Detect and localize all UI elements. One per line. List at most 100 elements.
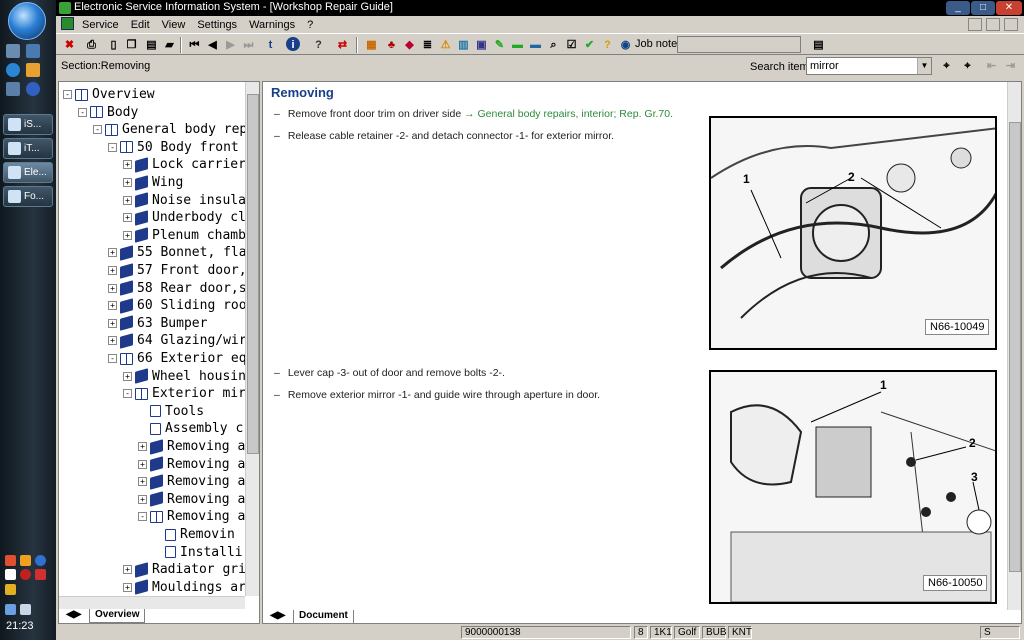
mdi-close-button[interactable] <box>1004 18 1018 31</box>
scroll-thumb[interactable] <box>247 94 259 454</box>
task-item-3[interactable]: Ele... <box>3 162 53 183</box>
tree-node[interactable]: + Removing a <box>138 438 245 455</box>
tray-icon[interactable] <box>5 555 16 566</box>
tree-node[interactable]: + Wheel housin <box>123 368 245 385</box>
expand-icon[interactable]: + <box>123 230 132 240</box>
messenger-icon[interactable] <box>26 63 40 77</box>
collapse-icon[interactable]: - <box>108 354 117 363</box>
collapse-icon[interactable]: - <box>138 512 147 522</box>
chevron-down-icon[interactable]: ▼ <box>917 58 931 74</box>
tree-node[interactable]: + Underbody cl <box>123 209 245 226</box>
expand-icon[interactable]: + <box>138 477 147 487</box>
help-icon[interactable]: ? <box>310 37 327 53</box>
expand-icon[interactable]: + <box>108 301 117 311</box>
grid-icon[interactable]: ▦ <box>363 37 380 53</box>
tree-node[interactable]: +57 Front door, <box>108 262 245 279</box>
search-input[interactable]: mirror ▼ <box>806 57 932 75</box>
network-tray-icon[interactable] <box>5 604 16 615</box>
tree-view[interactable]: - Overview - Body - General body rep -50 Body … <box>59 82 245 596</box>
media-icon[interactable] <box>26 82 40 96</box>
minimize-button[interactable]: _ <box>946 1 970 15</box>
ie-icon[interactable] <box>6 63 20 77</box>
tree-node[interactable]: - Body <box>78 104 138 121</box>
expand-icon[interactable]: + <box>123 195 132 205</box>
car-icon[interactable]: ▬ <box>509 37 526 53</box>
tree-node[interactable]: +60 Sliding roo <box>108 297 245 314</box>
delete-icon[interactable]: ✖ <box>61 37 78 53</box>
pen-icon[interactable]: ✎ <box>491 37 508 53</box>
info-icon[interactable]: i <box>286 37 300 51</box>
expand-icon[interactable]: + <box>123 178 132 187</box>
tree-node[interactable]: + Radiator gri <box>123 561 245 578</box>
tree-node[interactable]: + Lock carrier <box>123 156 245 173</box>
network-icon[interactable] <box>26 44 40 58</box>
tree-node[interactable]: - Exterior mir <box>123 385 245 402</box>
expand-icon[interactable]: + <box>108 266 117 275</box>
expand-icon[interactable]: ⇥ <box>1002 58 1019 74</box>
tree-node[interactable]: + Removing a <box>138 456 245 473</box>
clock[interactable]: 21:23 <box>6 620 34 632</box>
new-document-icon[interactable]: ▯ <box>105 37 122 53</box>
job-note-edit-icon[interactable]: ▤ <box>810 37 827 53</box>
menu-help[interactable]: ? <box>301 19 319 31</box>
tree-node[interactable]: Assembly c <box>138 420 243 437</box>
copy-icon[interactable]: ❐ <box>123 37 140 53</box>
mdi-restore-button[interactable] <box>986 18 1000 31</box>
expand-icon[interactable]: + <box>123 213 132 223</box>
collapse-icon[interactable]: - <box>108 142 117 152</box>
search-doc-icon[interactable]: ⌕ <box>545 37 562 53</box>
tray-icon[interactable] <box>20 555 31 566</box>
question-doc-icon[interactable]: ? <box>599 37 616 53</box>
binoculars-next-icon[interactable]: ⌖ <box>959 58 976 74</box>
scroll-thumb[interactable] <box>1009 122 1021 572</box>
page-icon[interactable]: ▤ <box>143 37 160 53</box>
tree-node[interactable]: - Overview <box>63 86 155 103</box>
tray-icon[interactable] <box>20 569 31 580</box>
check-icon[interactable]: ✔ <box>581 37 598 53</box>
previous-icon[interactable]: ◀ <box>204 37 221 53</box>
expand-icon[interactable]: + <box>123 582 132 592</box>
binoculars-icon[interactable]: ⌖ <box>938 58 955 74</box>
tab-nav-right[interactable]: ◀▶ <box>265 610 290 624</box>
tools-icon[interactable]: ♣ <box>383 37 400 53</box>
mdi-minimize-button[interactable] <box>968 18 982 31</box>
expand-icon[interactable]: + <box>108 318 117 328</box>
tree-node[interactable]: - General body rep <box>93 121 245 138</box>
tree-node[interactable]: - 66 Exterior eq <box>108 350 245 367</box>
tree-node[interactable]: +64 Glazing/wir <box>108 332 245 349</box>
tree-node[interactable]: Removin <box>153 526 235 543</box>
tree-node[interactable]: +55 Bonnet, fla <box>108 244 245 261</box>
menu-edit[interactable]: Edit <box>125 19 156 31</box>
chart-icon[interactable]: ▥ <box>455 37 472 53</box>
tab-overview[interactable]: Overview <box>89 609 146 623</box>
expand-icon[interactable]: + <box>123 160 132 170</box>
tray-icon[interactable] <box>5 584 16 595</box>
maximize-button[interactable]: □ <box>971 1 995 15</box>
last-page-icon[interactable]: ⏭ <box>240 37 257 53</box>
computer-icon[interactable] <box>6 44 20 58</box>
tray-icon[interactable] <box>35 555 46 566</box>
tray-icon[interactable] <box>5 569 16 580</box>
vehicle-icon[interactable]: ▰ <box>161 37 178 53</box>
tree-node[interactable]: - Removing a <box>138 508 245 525</box>
tree-node[interactable]: + Noise insula <box>123 192 245 209</box>
tab-document[interactable]: Document <box>293 610 354 624</box>
collapse-icon[interactable]: - <box>78 107 87 117</box>
globe-icon[interactable]: ◉ <box>617 37 634 53</box>
collapse-icon[interactable]: - <box>63 90 72 99</box>
cross-reference-link[interactable]: → General body repairs, interior; Rep. G… <box>464 108 673 120</box>
tree-node[interactable]: +63 Bumper <box>108 315 207 332</box>
app-menu-icon[interactable] <box>61 17 74 30</box>
tree-node[interactable]: + Plenum chamb <box>123 227 245 244</box>
job-note-input[interactable] <box>677 36 801 53</box>
tree-node[interactable]: + Wing <box>123 174 183 191</box>
expand-icon[interactable]: + <box>123 565 132 575</box>
collapse-icon[interactable]: ⇤ <box>983 58 1000 74</box>
book-icon[interactable]: ◆ <box>401 37 418 53</box>
warning-icon[interactable]: ⚠ <box>437 37 454 53</box>
list-icon[interactable]: ≣ <box>419 37 436 53</box>
tree-node[interactable]: - 50 Body front <box>108 139 239 156</box>
jump-link-icon[interactable]: t <box>262 37 279 53</box>
expand-icon[interactable]: + <box>108 248 117 258</box>
disk-icon[interactable]: ▣ <box>473 37 490 53</box>
